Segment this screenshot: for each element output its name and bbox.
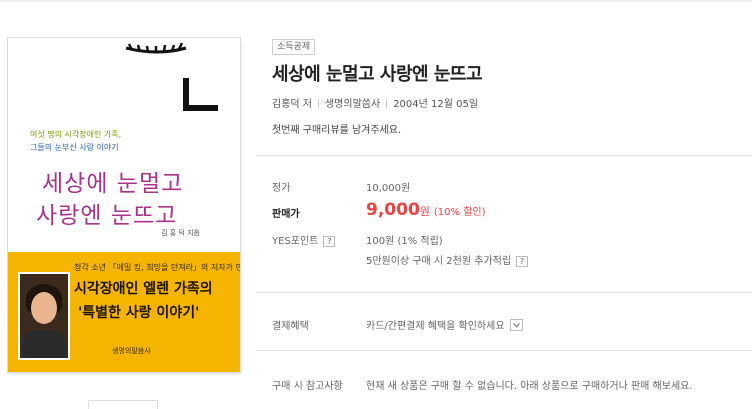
cover-band-subtitle: 청각 소년 「에밀 킹, 희망을 던져라」의 저자가 만난: [74, 263, 240, 272]
cover-title-line1: 세상에 눈멀고: [42, 171, 184, 197]
cover-photo: [18, 272, 70, 360]
publisher-link[interactable]: 생명의말씀사: [325, 99, 380, 110]
extra-points-text: 5만원이상 구매 시 2천원 추가적립: [366, 256, 512, 267]
payment-benefit-text[interactable]: 카드/간편결제 혜택을 확인하세요: [366, 321, 505, 332]
cover-tagline: 여섯 명의 시각장애인 가족, 그들의 눈부신 사랑 이야기: [30, 128, 180, 154]
cover-publisher: 생명의말씀사: [112, 347, 151, 355]
book-cover-image[interactable]: 여섯 명의 시각장애인 가족, 그들의 눈부신 사랑 이야기 세상에 눈멀고 사…: [8, 38, 240, 372]
cover-eye-illustration: [125, 42, 218, 111]
product-meta: 김홍덕 저 생명의말씀사 2004년 12월 05일: [272, 95, 478, 110]
cover-author: 김 홍 덕 지음: [161, 229, 200, 237]
extra-points-row: 5만원이상 구매 시 2천원 추가적립?: [366, 252, 529, 267]
meta-separator: [386, 99, 388, 108]
cover-band-headline1: 시각장애인 엘렌 가족의: [74, 281, 213, 297]
cover-tagline-line2: 그들의 눈부신 사랑 이야기: [30, 143, 119, 152]
meta-separator: [317, 99, 319, 108]
author-link[interactable]: 김홍덕 저: [272, 99, 312, 110]
section-divider: [256, 350, 752, 351]
points-label-row: YES포인트?: [272, 232, 336, 247]
review-prompt-link[interactable]: 첫번째 구매리뷰를 남겨주세요.: [272, 121, 401, 136]
cover-band: 청각 소년 「에밀 킹, 희망을 던져라」의 저자가 만난 시각장애인 엘렌 가…: [8, 252, 240, 372]
extra-points-help-icon[interactable]: ?: [516, 256, 529, 267]
points-value: 100원 (1% 적립): [366, 236, 443, 247]
section-divider: [256, 155, 752, 156]
purchase-notice-label: 구매 시 참고사항: [272, 381, 343, 392]
product-title: 세상에 눈멀고 사랑엔 눈뜨고: [272, 64, 483, 85]
cover-title-line2: 사랑엔 눈뜨고: [36, 203, 178, 229]
publish-date: 2004년 12월 05일: [393, 99, 479, 110]
chevron-down-icon[interactable]: [509, 319, 523, 331]
top-border: [0, 0, 752, 2]
list-price-label: 정가: [272, 183, 291, 194]
payment-benefit-row[interactable]: 카드/간편결제 혜택을 확인하세요: [366, 317, 523, 332]
thumbnail-tab[interactable]: [88, 400, 158, 409]
sale-price-label: 판매가: [272, 209, 300, 220]
sale-price-amount: 9,000: [366, 200, 420, 220]
points-label: YES포인트: [272, 236, 319, 247]
cover-band-headline2: '특별한 사랑 이야기': [78, 305, 200, 321]
cover-tagline-line1: 여섯 명의 시각장애인 가족,: [30, 130, 122, 139]
points-help-icon[interactable]: ?: [323, 236, 336, 247]
section-divider: [256, 292, 752, 293]
discount-rate: (10% 할인): [433, 207, 486, 218]
payment-benefit-label: 결제혜택: [272, 321, 309, 332]
purchase-notice-text: 현재 새 상품은 구매 할 수 없습니다. 아래 상품으로 구매하거나 판매 해…: [366, 381, 693, 392]
sale-price-unit: 원: [419, 205, 430, 218]
sale-price: 9,000원 (10% 할인): [366, 200, 486, 220]
income-deduction-badge: 소득공제: [272, 39, 316, 55]
list-price-value: 10,000원: [366, 183, 411, 194]
